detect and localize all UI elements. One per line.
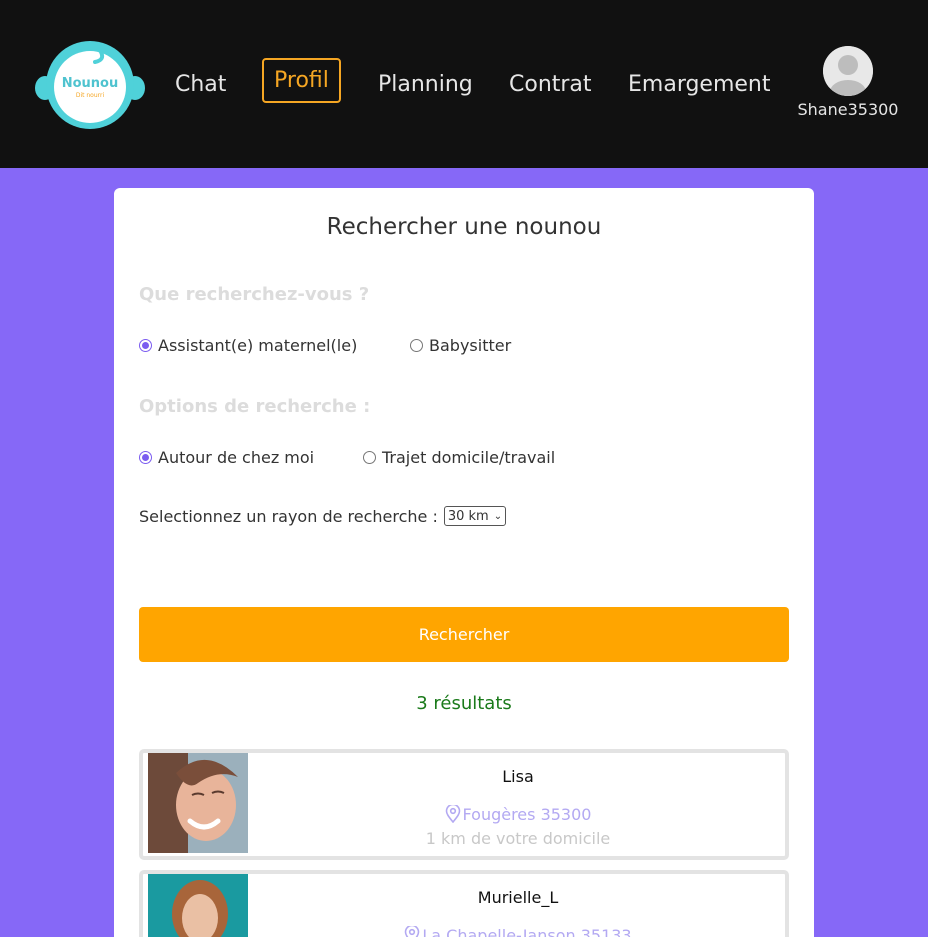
radio-label: Assistant(e) maternel(le) (158, 336, 358, 355)
result-location: Fougères 35300 (251, 803, 785, 827)
nav-planning[interactable]: Planning (378, 72, 473, 97)
result-distance: 1 km de votre domicile (425, 829, 611, 848)
radio-babysitter[interactable]: Babysitter (410, 336, 511, 355)
search-card: Rechercher une nounou Que recherchez-vou… (114, 188, 814, 937)
nounou-logo[interactable]: Nounou Dit nourri (35, 40, 145, 130)
radio-label: Babysitter (429, 336, 512, 355)
page-title: Rechercher une nounou (326, 214, 602, 240)
result-card[interactable]: Lisa Fougères 35300 1 km de votre domici… (139, 749, 789, 860)
chevron-down-icon: ⌄ (493, 510, 503, 522)
result-name: Murielle_L (477, 888, 559, 907)
search-button[interactable]: Rechercher (139, 607, 789, 662)
result-location-text: La Chapelle-Janson 35133 (422, 926, 632, 937)
user-avatar-icon (823, 46, 873, 96)
radius-row: Selectionnez un rayon de recherche : 30 … (139, 506, 507, 526)
radio-unchecked-icon (363, 451, 376, 464)
radio-unchecked-icon (410, 339, 423, 352)
result-location-text: Fougères 35300 (462, 805, 592, 824)
avatar (823, 46, 873, 96)
nav-contrat[interactable]: Contrat (509, 72, 592, 97)
radio-checked-icon (139, 451, 152, 464)
result-name: Lisa (502, 767, 534, 786)
profile-photo (148, 874, 248, 937)
username: Shane35300 (797, 100, 899, 119)
radius-select[interactable]: 30 km ⌄ (443, 506, 507, 526)
nav-emargement[interactable]: Emargement (628, 72, 771, 97)
logo-text: Nounou (61, 76, 119, 91)
type-radio-group: Assistant(e) maternel(le) Babysitter (139, 336, 511, 356)
radio-assistant-maternel[interactable]: Assistant(e) maternel(le) (139, 336, 357, 355)
radio-autour-de-chez-moi[interactable]: Autour de chez moi (139, 448, 314, 467)
radius-value: 30 km (447, 508, 489, 524)
profile-photo (148, 753, 248, 853)
logo-tagline: Dit nourri (75, 92, 105, 99)
radio-label: Autour de chez moi (158, 448, 315, 467)
radio-checked-icon (139, 339, 152, 352)
mode-radio-group: Autour de chez moi Trajet domicile/trava… (139, 448, 555, 468)
results-count: 3 résultats (416, 693, 512, 714)
radius-label: Selectionnez un rayon de recherche : (139, 506, 438, 526)
type-question: Que recherchez-vous ? (139, 284, 370, 305)
user-menu[interactable]: Shane35300 (796, 46, 900, 119)
result-location: La Chapelle-Janson 35133 (251, 924, 785, 937)
top-navbar: Nounou Dit nourri Chat Profil Planning C… (0, 0, 928, 168)
map-pin-icon (445, 803, 461, 827)
options-question: Options de recherche : (139, 396, 371, 417)
radio-trajet-domicile-travail[interactable]: Trajet domicile/travail (363, 448, 555, 467)
nav-chat[interactable]: Chat (175, 72, 226, 97)
radio-label: Trajet domicile/travail (382, 448, 556, 467)
result-card[interactable]: Murielle_L La Chapelle-Janson 35133 (139, 870, 789, 937)
map-pin-icon (404, 924, 420, 937)
nav-profil[interactable]: Profil (262, 58, 341, 103)
